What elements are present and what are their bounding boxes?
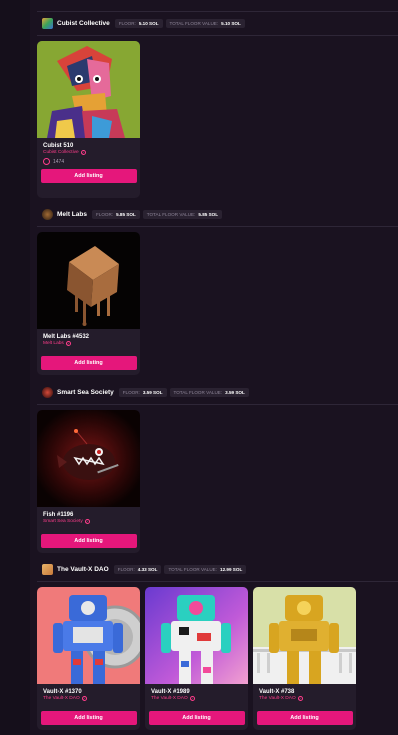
collection-divider: [37, 404, 398, 405]
nft-card[interactable]: Vault-X #1370 The Vault-X DAO ✓ Add listi…: [37, 587, 140, 730]
add-listing-button[interactable]: Add listing: [40, 711, 137, 725]
likes-row: 1474: [43, 158, 134, 165]
collection-header: Cubist Collective FLOOR: 5.10 SOL TOTAL F…: [37, 15, 398, 31]
collection-header: Melt Labs FLOOR: 5.85 SOL TOTAL FLOOR VAL…: [37, 206, 398, 222]
nft-collection-link[interactable]: The Vault-X DAO ✓: [43, 696, 134, 701]
nft-name[interactable]: Cubist 510: [43, 143, 134, 149]
likes-count: 1474: [53, 158, 65, 165]
left-sidebar: [0, 0, 30, 735]
nft-name[interactable]: Vault-X #738: [259, 689, 350, 695]
nft-card[interactable]: Vault-X #1989 The Vault-X DAO ✓ Add listi…: [145, 587, 248, 730]
collection-name[interactable]: Smart Sea Society: [57, 389, 114, 396]
nft-card[interactable]: Melt Labs #4532 Melt Labs ✓ Add listing: [37, 232, 140, 375]
nft-card[interactable]: Vault-X #738 The Vault-X DAO ✓ Add listin…: [253, 587, 356, 730]
collection-vault-x-dao: The Vault-X DAO FLOOR: 4.33 SOL TOTAL FLO…: [37, 561, 398, 730]
total-floor-label: TOTAL FLOOR VALUE:: [169, 20, 219, 26]
collection-header: The Vault-X DAO FLOOR: 4.33 SOL TOTAL FLO…: [37, 561, 398, 577]
nft-name[interactable]: Vault-X #1370: [43, 689, 134, 695]
nft-collection-name[interactable]: Cubist Collective: [43, 150, 79, 155]
collection-name[interactable]: Melt Labs: [57, 211, 87, 218]
collection-logo-icon[interactable]: [42, 563, 53, 575]
add-listing-button[interactable]: Add listing: [40, 534, 137, 548]
total-floor-value: 12.99 SOL: [220, 566, 243, 572]
total-floor-stat: TOTAL FLOOR VALUE: 5.85 SOL: [142, 209, 223, 219]
collection-smart-sea-society: Smart Sea Society FLOOR: 3.59 SOL TOTAL F…: [37, 384, 398, 553]
total-floor-label: TOTAL FLOOR VALUE:: [173, 389, 223, 395]
nft-card[interactable]: Fish #1196 Smart Sea Society ✓ Add listin…: [37, 410, 140, 553]
nft-image-vault-x-1370[interactable]: [37, 587, 140, 684]
collection-logo-icon[interactable]: [42, 208, 53, 220]
total-floor-stat: TOTAL FLOOR VALUE: 5.10 SOL: [165, 18, 245, 28]
total-floor-value: 3.59 SOL: [225, 389, 245, 395]
verified-icon: ✓: [65, 341, 71, 346]
top-divider: [37, 11, 398, 12]
floor-value: 3.59 SOL: [142, 389, 163, 395]
nft-collection-link[interactable]: The Vault-X DAO ✓: [259, 696, 350, 701]
floor-value: 5.85 SOL: [116, 211, 136, 217]
floor-value: 5.10 SOL: [138, 20, 159, 26]
floor-label: FLOOR:: [122, 389, 140, 395]
total-floor-stat: TOTAL FLOOR VALUE: 3.59 SOL: [169, 387, 249, 397]
collection-logo-icon[interactable]: [42, 386, 53, 398]
nft-collection-name[interactable]: The Vault-X DAO: [43, 696, 80, 701]
nft-image-fish[interactable]: [37, 410, 140, 507]
nft-collection-link[interactable]: Melt Labs ✓: [43, 341, 134, 346]
nft-image-cubist[interactable]: [37, 41, 140, 138]
nft-collection-link[interactable]: Smart Sea Society ✓: [43, 519, 134, 524]
verified-icon: ✓: [80, 150, 86, 155]
nft-name[interactable]: Melt Labs #4532: [43, 334, 134, 340]
nft-name[interactable]: Fish #1196: [43, 512, 134, 518]
floor-stat: FLOOR: 5.85 SOL: [91, 209, 140, 219]
floor-label: FLOOR:: [95, 211, 114, 217]
total-floor-label: TOTAL FLOOR VALUE:: [168, 566, 218, 572]
total-floor-value: 5.10 SOL: [221, 20, 241, 26]
add-listing-button[interactable]: Add listing: [40, 356, 137, 370]
nft-collection-link[interactable]: The Vault-X DAO ✓: [151, 696, 242, 701]
floor-label: FLOOR:: [118, 20, 136, 26]
collection-name[interactable]: The Vault-X DAO: [57, 566, 109, 573]
nft-collection-name[interactable]: Melt Labs: [43, 341, 64, 346]
nft-collection-link[interactable]: Cubist Collective ✓: [43, 150, 134, 155]
add-listing-button[interactable]: Add listing: [40, 169, 137, 183]
add-listing-button[interactable]: Add listing: [256, 711, 353, 725]
collection-divider: [37, 581, 398, 582]
nft-image-vault-x-1989[interactable]: [145, 587, 248, 684]
nft-collection-name[interactable]: Smart Sea Society: [43, 519, 83, 524]
verified-icon: ✓: [297, 696, 303, 701]
nft-collection-name[interactable]: The Vault-X DAO: [259, 696, 296, 701]
floor-label: FLOOR:: [117, 566, 135, 572]
nft-collection-name[interactable]: The Vault-X DAO: [151, 696, 188, 701]
heart-icon[interactable]: [43, 158, 50, 165]
nft-image-vault-x-738[interactable]: [253, 587, 356, 684]
collection-melt-labs: Melt Labs FLOOR: 5.85 SOL TOTAL FLOOR VAL…: [37, 206, 398, 375]
collection-header: Smart Sea Society FLOOR: 3.59 SOL TOTAL F…: [37, 384, 398, 400]
collection-name[interactable]: Cubist Collective: [57, 20, 110, 27]
verified-icon: ✓: [84, 519, 90, 524]
verified-icon: ✓: [189, 696, 195, 701]
floor-stat: FLOOR: 4.33 SOL: [113, 564, 162, 574]
collection-divider: [37, 226, 398, 227]
nft-name[interactable]: Vault-X #1989: [151, 689, 242, 695]
floor-stat: FLOOR: 5.10 SOL: [114, 18, 163, 28]
total-floor-stat: TOTAL FLOOR VALUE: 12.99 SOL: [164, 564, 247, 574]
total-floor-label: TOTAL FLOOR VALUE:: [146, 211, 196, 217]
total-floor-value: 5.85 SOL: [198, 211, 219, 217]
floor-value: 4.33 SOL: [137, 566, 158, 572]
collection-divider: [37, 35, 398, 36]
floor-stat: FLOOR: 3.59 SOL: [118, 387, 167, 397]
collection-cubist: Cubist Collective FLOOR: 5.10 SOL TOTAL F…: [37, 15, 398, 198]
verified-icon: ✓: [81, 696, 87, 701]
add-listing-button[interactable]: Add listing: [148, 711, 245, 725]
nft-image-melt-labs[interactable]: [37, 232, 140, 329]
collection-logo-icon[interactable]: [42, 17, 53, 29]
nft-card[interactable]: Cubist 510 Cubist Collective ✓ 1474 Add l…: [37, 41, 140, 198]
